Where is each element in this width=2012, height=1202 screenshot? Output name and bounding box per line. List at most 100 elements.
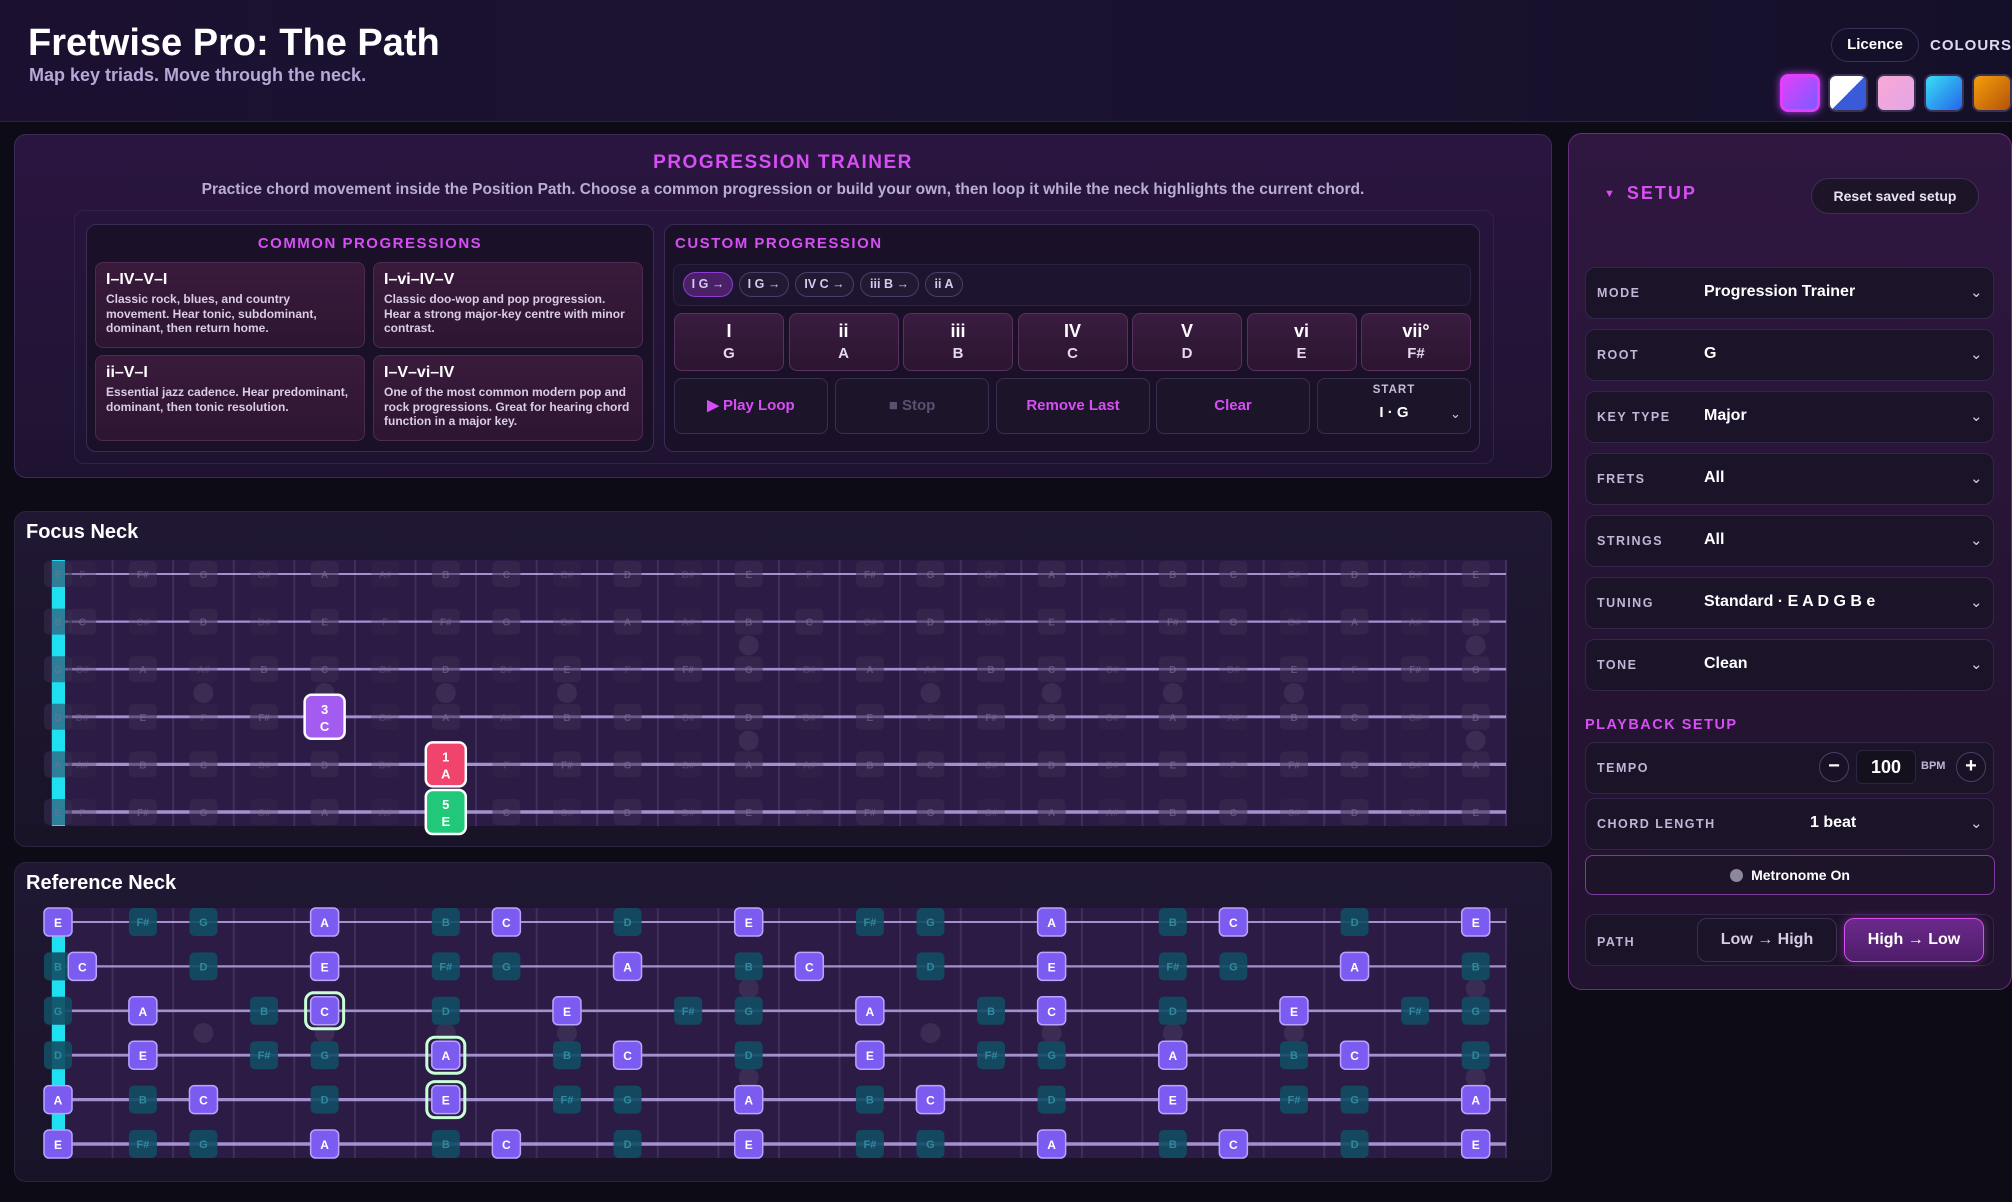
note-marker[interactable]: A bbox=[431, 703, 460, 730]
note-marker[interactable]: G bbox=[1461, 656, 1490, 683]
note-marker[interactable]: D# bbox=[371, 751, 400, 778]
note-marker[interactable]: C# bbox=[855, 608, 884, 635]
note-marker[interactable]: B bbox=[1461, 952, 1490, 981]
note-marker[interactable]: F# bbox=[674, 996, 703, 1025]
note-marker[interactable]: D# bbox=[1219, 656, 1248, 683]
note-marker[interactable]: G bbox=[1340, 751, 1369, 778]
note-marker[interactable]: B bbox=[734, 608, 763, 635]
note-marker[interactable]: D bbox=[1158, 996, 1187, 1025]
note-marker[interactable]: D bbox=[431, 656, 460, 683]
note-marker[interactable]: F# bbox=[552, 1085, 581, 1114]
note-marker[interactable]: E bbox=[44, 799, 72, 825]
note-marker[interactable]: F# bbox=[250, 1041, 279, 1070]
colour-swatch-pink-blush[interactable] bbox=[1876, 74, 1916, 112]
setup-field-tone[interactable]: TONE Clean ⌄ bbox=[1585, 639, 1994, 691]
path-low-high-button[interactable]: Low → High bbox=[1697, 918, 1837, 962]
note-marker[interactable]: D# bbox=[674, 799, 703, 825]
note-marker[interactable]: E bbox=[1461, 561, 1490, 587]
note-marker[interactable]: A bbox=[44, 751, 72, 778]
note-marker[interactable]: A bbox=[855, 656, 884, 683]
progression-card[interactable]: ii–V–I Essential jazz cadence. Hear predo… bbox=[95, 355, 365, 441]
path-high-low-button[interactable]: High → Low bbox=[1844, 918, 1984, 962]
note-marker[interactable]: F bbox=[189, 703, 218, 730]
note-marker[interactable]: B bbox=[552, 703, 581, 730]
note-marker[interactable]: E bbox=[552, 996, 582, 1026]
remove-last-button[interactable]: Remove Last bbox=[996, 378, 1150, 434]
progression-card[interactable]: I–vi–IV–V Classic doo-wop and pop progres… bbox=[373, 262, 643, 348]
note-marker[interactable]: G bbox=[310, 1041, 339, 1070]
note-marker[interactable]: G bbox=[734, 996, 763, 1025]
note-marker[interactable]: G bbox=[1340, 1085, 1369, 1114]
note-marker[interactable]: E bbox=[1036, 951, 1067, 982]
note-marker[interactable]: C# bbox=[371, 656, 400, 683]
note-marker[interactable]: D bbox=[310, 751, 339, 778]
note-marker[interactable]: D bbox=[916, 608, 945, 635]
note-marker[interactable]: B bbox=[250, 656, 279, 683]
setup-field-root[interactable]: ROOT G ⌄ bbox=[1585, 329, 1994, 381]
degree-button[interactable]: IG bbox=[674, 313, 784, 371]
note-marker[interactable]: E bbox=[128, 703, 157, 730]
note-marker[interactable]: D bbox=[189, 952, 218, 981]
note-marker[interactable]: G# bbox=[977, 561, 1006, 587]
note-marker[interactable]: A bbox=[309, 907, 340, 937]
note-marker[interactable]: F# bbox=[1401, 996, 1430, 1025]
note-marker[interactable]: A bbox=[855, 996, 885, 1026]
colour-swatch-blue-white-split[interactable] bbox=[1828, 74, 1868, 112]
note-marker[interactable]: G bbox=[1037, 703, 1066, 730]
note-marker[interactable]: A bbox=[1037, 561, 1066, 587]
note-marker[interactable]: F# bbox=[431, 952, 460, 981]
setup-field-frets[interactable]: FRETS All ⌄ bbox=[1585, 453, 1994, 505]
note-marker[interactable]: C bbox=[491, 907, 522, 937]
note-marker[interactable]: A# bbox=[492, 703, 521, 730]
note-marker[interactable]: F# bbox=[855, 799, 884, 825]
note-marker[interactable]: C bbox=[1340, 703, 1369, 730]
note-marker[interactable]: F# bbox=[977, 1041, 1006, 1070]
note-marker[interactable]: E bbox=[734, 799, 763, 825]
note-marker[interactable]: C# bbox=[977, 751, 1006, 778]
note-marker[interactable]: F# bbox=[1279, 1085, 1308, 1114]
note-marker[interactable]: D# bbox=[1401, 561, 1430, 587]
note-marker[interactable]: D bbox=[1340, 799, 1369, 825]
note-marker[interactable]: D# bbox=[674, 561, 703, 587]
note-marker[interactable]: F# bbox=[855, 1130, 884, 1158]
note-marker[interactable]: B bbox=[250, 996, 279, 1025]
note-marker[interactable]: B bbox=[977, 656, 1006, 683]
note-marker[interactable]: A# bbox=[1219, 703, 1248, 730]
note-marker[interactable]: F bbox=[1098, 608, 1127, 635]
colour-swatch-magenta-violet[interactable] bbox=[1780, 74, 1820, 112]
focus-neck-fretboard[interactable]: E F F# G G# A A# B C C# D D# E F F# G G# A A# B C C# D D# E B C C# D… bbox=[40, 546, 1520, 836]
progression-chip[interactable]: I G → bbox=[739, 272, 789, 297]
note-marker[interactable]: F# bbox=[128, 561, 157, 587]
note-marker[interactable]: E bbox=[44, 561, 72, 587]
note-marker[interactable]: D bbox=[1158, 656, 1187, 683]
note-marker[interactable]: C bbox=[492, 799, 521, 825]
note-marker[interactable]: E bbox=[733, 1129, 764, 1159]
note-marker[interactable]: F# bbox=[250, 703, 279, 730]
note-marker[interactable]: G bbox=[916, 908, 945, 936]
note-marker[interactable]: G bbox=[1219, 952, 1248, 981]
note-marker[interactable]: G# bbox=[371, 703, 400, 730]
note-marker[interactable]: A# bbox=[1401, 608, 1430, 635]
note-marker[interactable]: D bbox=[613, 908, 642, 936]
note-marker[interactable]: B bbox=[855, 1085, 884, 1114]
setup-title[interactable]: ▼ SETUP bbox=[1604, 183, 1697, 204]
note-marker[interactable]: B bbox=[431, 561, 460, 587]
play-loop-button[interactable]: ▶ Play Loop bbox=[674, 378, 828, 434]
note-marker[interactable]: F bbox=[68, 799, 97, 825]
note-marker[interactable]: A bbox=[310, 799, 339, 825]
note-marker[interactable]: F# bbox=[977, 703, 1006, 730]
note-marker[interactable]: D# bbox=[1401, 799, 1430, 825]
note-marker[interactable]: B bbox=[128, 751, 157, 778]
note-marker[interactable]: E bbox=[425, 1080, 467, 1120]
degree-button[interactable]: ii A bbox=[788, 313, 899, 371]
note-marker[interactable]: D bbox=[1461, 1041, 1490, 1070]
note-marker[interactable]: D bbox=[1461, 703, 1490, 730]
note-marker[interactable]: C# bbox=[1279, 799, 1308, 825]
note-marker[interactable]: C# bbox=[1401, 703, 1430, 730]
note-marker[interactable]: D bbox=[613, 1130, 642, 1158]
licence-button[interactable]: Licence bbox=[1831, 28, 1919, 62]
note-marker[interactable]: C# bbox=[250, 751, 279, 778]
note-marker[interactable]: B bbox=[1158, 799, 1187, 825]
note-marker[interactable]: A bbox=[733, 1084, 764, 1115]
note-marker[interactable]: G bbox=[189, 908, 218, 936]
